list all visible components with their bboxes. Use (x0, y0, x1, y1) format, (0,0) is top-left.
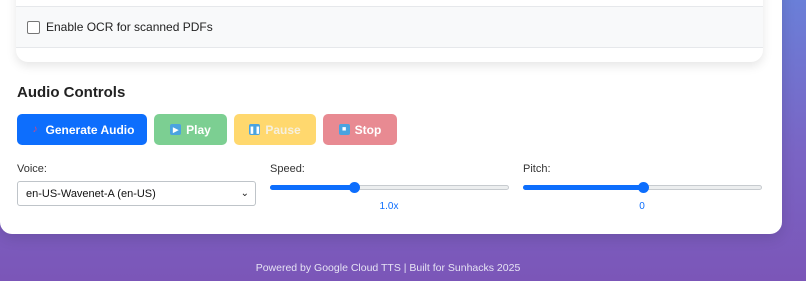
chevron-down-icon: ⌄ (240, 188, 249, 199)
voice-select[interactable]: en-US-Wavenet-A (en-US) ⌄ (17, 181, 256, 206)
speed-slider[interactable] (270, 181, 509, 193)
generate-audio-label: Generate Audio (45, 122, 135, 137)
audio-controls-title: Audio Controls (17, 84, 126, 101)
ocr-label: Enable OCR for scanned PDFs (46, 20, 213, 34)
play-label: Play (186, 122, 211, 137)
stop-button[interactable]: ■ Stop (323, 114, 397, 145)
pitch-label: Pitch: (523, 163, 551, 175)
speed-label: Speed: (270, 163, 305, 175)
pause-button[interactable]: ❚❚ Pause (234, 114, 316, 145)
ocr-checkbox[interactable] (27, 20, 40, 34)
document-settings-panel: Enable OCR for scanned PDFs (16, 0, 763, 62)
play-button[interactable]: ▶ Play (154, 114, 227, 145)
voice-label: Voice: (17, 163, 47, 175)
speed-slider-fill (270, 185, 354, 190)
play-icon: ▶ (170, 124, 182, 135)
music-note-icon: ♪ (32, 124, 38, 135)
pitch-slider-fill (523, 185, 643, 190)
pitch-value: 0 (639, 201, 645, 212)
pause-label: Pause (265, 122, 301, 137)
pause-icon: ❚❚ (249, 124, 261, 135)
speed-slider-thumb[interactable] (348, 182, 360, 193)
voice-selected-value: en-US-Wavenet-A (en-US) (26, 187, 156, 200)
generate-audio-button[interactable]: ♪ Generate Audio (17, 114, 147, 145)
pitch-slider[interactable] (523, 181, 762, 193)
stop-label: Stop (354, 122, 382, 137)
footer-text: Powered by Google Cloud TTS | Built for … (255, 262, 521, 274)
stop-icon: ■ (338, 124, 350, 135)
pitch-slider-thumb[interactable] (637, 182, 649, 193)
ocr-option-row[interactable]: Enable OCR for scanned PDFs (16, 6, 763, 48)
speed-value: 1.0x (379, 201, 399, 212)
